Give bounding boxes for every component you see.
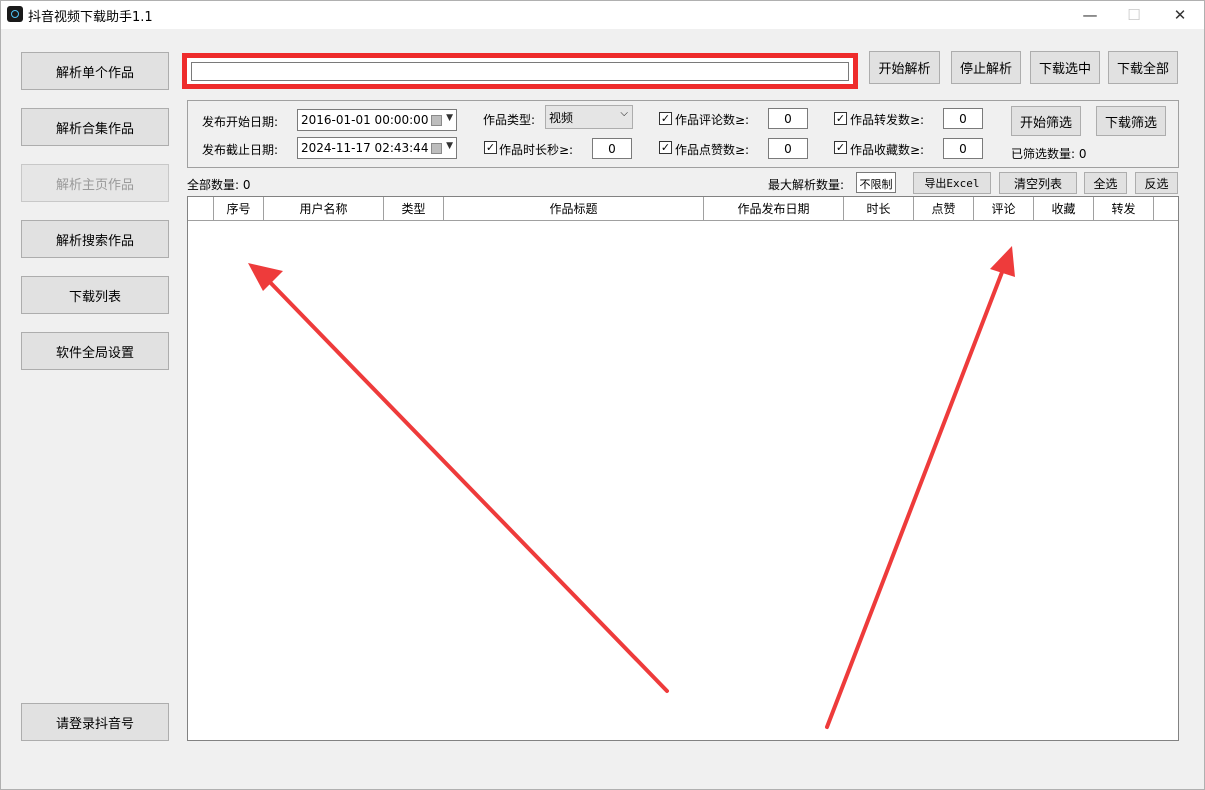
column-header-comments[interactable]: 评论: [974, 197, 1034, 220]
duration-label: 作品时长秒≥:: [499, 143, 574, 157]
column-header-duration[interactable]: 时长: [844, 197, 914, 220]
favorites-input[interactable]: 0: [943, 138, 983, 159]
column-header-index[interactable]: 序号: [214, 197, 264, 220]
start-date-label: 发布开始日期:: [202, 115, 279, 129]
works-table[interactable]: 序号 用户名称 类型 作品标题 作品发布日期 时长 点赞 评论 收藏 转发: [187, 196, 1179, 741]
column-header-type[interactable]: 类型: [384, 197, 444, 220]
max-parse-label: 最大解析数量:: [768, 178, 845, 192]
end-date-value: 2024-11-17 02:43:44: [301, 141, 429, 155]
download-all-button[interactable]: 下载全部: [1108, 51, 1178, 84]
stop-parse-button[interactable]: 停止解析: [951, 51, 1021, 84]
window-title: 抖音视频下载助手1.1: [28, 10, 153, 25]
type-label: 作品类型:: [483, 113, 536, 127]
maximize-button[interactable]: ☐: [1111, 1, 1157, 29]
start-filter-button[interactable]: 开始筛选: [1011, 106, 1081, 136]
type-select-value: 视频: [549, 111, 574, 125]
column-header-shares[interactable]: 转发: [1094, 197, 1154, 220]
likes-label: 作品点赞数≥:: [675, 143, 750, 157]
global-settings-button[interactable]: 软件全局设置: [21, 332, 169, 370]
column-header-likes[interactable]: 点赞: [914, 197, 974, 220]
duration-checkbox[interactable]: ✓: [484, 141, 497, 154]
start-parse-button[interactable]: 开始解析: [869, 51, 940, 84]
invert-selection-button[interactable]: 反选: [1135, 172, 1178, 194]
end-date-picker[interactable]: 2024-11-17 02:43:44 ▼: [297, 137, 457, 159]
calendar-icon: [431, 143, 442, 154]
download-list-button[interactable]: 下载列表: [21, 276, 169, 314]
app-window: 抖音视频下载助手1.1 — ☐ ✕ 解析单个作品 解析合集作品 解析主页作品 解…: [0, 0, 1205, 790]
favorites-checkbox[interactable]: ✓: [834, 141, 847, 154]
parse-search-button[interactable]: 解析搜索作品: [21, 220, 169, 258]
clear-list-button[interactable]: 清空列表: [999, 172, 1077, 194]
url-highlight-box: [182, 53, 858, 89]
login-button[interactable]: 请登录抖音号: [21, 703, 169, 741]
end-date-label: 发布截止日期:: [202, 143, 279, 157]
parse-homepage-button: 解析主页作品: [21, 164, 169, 202]
shares-checkbox[interactable]: ✓: [834, 112, 847, 125]
start-date-picker[interactable]: 2016-01-01 00:00:00 ▼: [297, 109, 457, 131]
close-button[interactable]: ✕: [1157, 1, 1203, 29]
shares-label: 作品转发数≥:: [850, 113, 925, 127]
likes-checkbox[interactable]: ✓: [659, 141, 672, 154]
type-select[interactable]: 视频 ⌵: [545, 105, 633, 129]
download-filtered-button[interactable]: 下载筛选: [1096, 106, 1166, 136]
start-date-value: 2016-01-01 00:00:00: [301, 113, 429, 127]
shares-input[interactable]: 0: [943, 108, 983, 129]
duration-input[interactable]: 0: [592, 138, 632, 159]
title-bar: 抖音视频下载助手1.1 — ☐ ✕: [1, 1, 1204, 29]
chevron-down-icon: ⌵: [620, 108, 628, 119]
column-header-title[interactable]: 作品标题: [444, 197, 704, 220]
column-header-filler: [1154, 197, 1178, 220]
comments-checkbox[interactable]: ✓: [659, 112, 672, 125]
filtered-count: 已筛选数量: 0: [1011, 147, 1087, 161]
url-input[interactable]: [191, 62, 849, 81]
chevron-down-icon: ▼: [446, 141, 453, 151]
likes-input[interactable]: 0: [768, 138, 808, 159]
favorites-label: 作品收藏数≥:: [850, 143, 925, 157]
chevron-down-icon: ▼: [446, 113, 453, 123]
minimize-button[interactable]: —: [1067, 1, 1113, 29]
export-excel-button[interactable]: 导出Excel: [913, 172, 991, 194]
app-logo-icon: [7, 6, 23, 22]
comments-label: 作品评论数≥:: [675, 113, 750, 127]
total-count: 全部数量: 0: [187, 178, 251, 192]
column-header-publish-date[interactable]: 作品发布日期: [704, 197, 844, 220]
max-parse-input[interactable]: 不限制: [856, 172, 896, 193]
column-header-favorites[interactable]: 收藏: [1034, 197, 1094, 220]
download-selected-button[interactable]: 下载选中: [1030, 51, 1100, 84]
column-header-username[interactable]: 用户名称: [264, 197, 384, 220]
table-header: 序号 用户名称 类型 作品标题 作品发布日期 时长 点赞 评论 收藏 转发: [188, 197, 1178, 221]
comments-input[interactable]: 0: [768, 108, 808, 129]
select-all-button[interactable]: 全选: [1084, 172, 1127, 194]
parse-collection-button[interactable]: 解析合集作品: [21, 108, 169, 146]
calendar-icon: [431, 115, 442, 126]
column-header-select[interactable]: [188, 197, 214, 220]
parse-single-button[interactable]: 解析单个作品: [21, 52, 169, 90]
